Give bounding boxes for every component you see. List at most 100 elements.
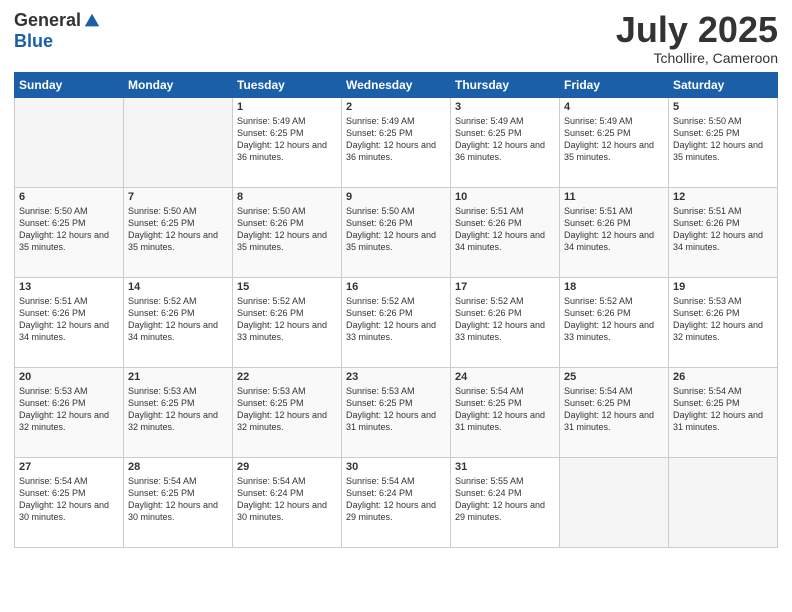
calendar-day-cell: 7Sunrise: 5:50 AM Sunset: 6:25 PM Daylig… bbox=[124, 187, 233, 277]
day-info: Sunrise: 5:50 AM Sunset: 6:25 PM Dayligh… bbox=[673, 115, 773, 164]
header-thursday: Thursday bbox=[451, 72, 560, 97]
calendar-table: Sunday Monday Tuesday Wednesday Thursday… bbox=[14, 72, 778, 548]
logo: General Blue bbox=[14, 10, 101, 52]
calendar-day-cell: 25 Sunrise: 5:54 AM Sunset: 6:25 PM Dayli… bbox=[560, 367, 669, 457]
calendar-week-row: 27 Sunrise: 5:54 AM Sunset: 6:25 PM Dayli… bbox=[15, 457, 778, 547]
day-info: Sunrise: 5:52 AM Sunset: 6:26 PM Dayligh… bbox=[455, 295, 555, 344]
calendar-page: General Blue July 2025 Tchollire, Camero… bbox=[0, 0, 792, 612]
calendar-day-cell: 30 Sunrise: 5:54 AM Sunset: 6:24 PM Dayli… bbox=[342, 457, 451, 547]
header-monday: Monday bbox=[124, 72, 233, 97]
day-info: Sunrise: 5:49 AM Sunset: 6:25 PM Dayligh… bbox=[564, 115, 664, 164]
day-info: Sunrise: 5:54 AM Sunset: 6:24 PM Dayligh… bbox=[346, 475, 446, 524]
day-number: 2 bbox=[346, 101, 446, 113]
day-info: Sunrise: 5:53 AM Sunset: 6:26 PM Dayligh… bbox=[673, 295, 773, 344]
calendar-day-cell: 29 Sunrise: 5:54 AM Sunset: 6:24 PM Dayli… bbox=[233, 457, 342, 547]
calendar-day-cell: 18Sunrise: 5:52 AM Sunset: 6:26 PM Dayli… bbox=[560, 277, 669, 367]
day-number: 8 bbox=[237, 191, 337, 203]
location-text: Tchollire, Cameroon bbox=[616, 50, 778, 66]
day-number: 28 bbox=[128, 461, 228, 473]
day-number: 1 bbox=[237, 101, 337, 113]
calendar-day-cell: 6Sunrise: 5:50 AM Sunset: 6:25 PM Daylig… bbox=[15, 187, 124, 277]
calendar-day-cell: 5Sunrise: 5:50 AM Sunset: 6:25 PM Daylig… bbox=[669, 97, 778, 187]
calendar-day-cell: 1 Sunrise: 5:49 AM Sunset: 6:25 PM Daylig… bbox=[233, 97, 342, 187]
day-info: Sunrise: 5:54 AM Sunset: 6:25 PM Dayligh… bbox=[564, 385, 664, 434]
calendar-week-row: 13 Sunrise: 5:51 AM Sunset: 6:26 PM Dayli… bbox=[15, 277, 778, 367]
calendar-day-cell: 22 Sunrise: 5:53 AM Sunset: 6:25 PM Dayli… bbox=[233, 367, 342, 457]
header-sunday: Sunday bbox=[15, 72, 124, 97]
day-info: Sunrise: 5:52 AM Sunset: 6:26 PM Dayligh… bbox=[237, 295, 337, 344]
day-number: 19 bbox=[673, 281, 773, 293]
day-number: 14 bbox=[128, 281, 228, 293]
calendar-day-cell: 11Sunrise: 5:51 AM Sunset: 6:26 PM Dayli… bbox=[560, 187, 669, 277]
day-number: 24 bbox=[455, 371, 555, 383]
calendar-day-cell: 8 Sunrise: 5:50 AM Sunset: 6:26 PM Daylig… bbox=[233, 187, 342, 277]
day-info: Sunrise: 5:53 AM Sunset: 6:25 PM Dayligh… bbox=[237, 385, 337, 434]
day-number: 10 bbox=[455, 191, 555, 203]
day-info: Sunrise: 5:50 AM Sunset: 6:26 PM Dayligh… bbox=[237, 205, 337, 254]
calendar-day-cell: 12 Sunrise: 5:51 AM Sunset: 6:26 PM Dayli… bbox=[669, 187, 778, 277]
calendar-day-cell: 24 Sunrise: 5:54 AM Sunset: 6:25 PM Dayli… bbox=[451, 367, 560, 457]
day-number: 12 bbox=[673, 191, 773, 203]
day-number: 17 bbox=[455, 281, 555, 293]
day-info: Sunrise: 5:54 AM Sunset: 6:25 PM Dayligh… bbox=[455, 385, 555, 434]
day-info: Sunrise: 5:55 AM Sunset: 6:24 PM Dayligh… bbox=[455, 475, 555, 524]
day-number: 25 bbox=[564, 371, 664, 383]
calendar-day-cell: 2 Sunrise: 5:49 AM Sunset: 6:25 PM Daylig… bbox=[342, 97, 451, 187]
calendar-day-cell: 17 Sunrise: 5:52 AM Sunset: 6:26 PM Dayli… bbox=[451, 277, 560, 367]
day-info: Sunrise: 5:51 AM Sunset: 6:26 PM Dayligh… bbox=[673, 205, 773, 254]
calendar-day-cell: 9 Sunrise: 5:50 AM Sunset: 6:26 PM Daylig… bbox=[342, 187, 451, 277]
calendar-day-cell: 20Sunrise: 5:53 AM Sunset: 6:26 PM Dayli… bbox=[15, 367, 124, 457]
calendar-day-cell bbox=[124, 97, 233, 187]
calendar-week-row: 20Sunrise: 5:53 AM Sunset: 6:26 PM Dayli… bbox=[15, 367, 778, 457]
calendar-day-cell: 15 Sunrise: 5:52 AM Sunset: 6:26 PM Dayli… bbox=[233, 277, 342, 367]
day-info: Sunrise: 5:51 AM Sunset: 6:26 PM Dayligh… bbox=[19, 295, 119, 344]
calendar-day-cell bbox=[669, 457, 778, 547]
day-number: 4 bbox=[564, 101, 664, 113]
day-number: 21 bbox=[128, 371, 228, 383]
day-info: Sunrise: 5:51 AM Sunset: 6:26 PM Dayligh… bbox=[455, 205, 555, 254]
day-info: Sunrise: 5:50 AM Sunset: 6:26 PM Dayligh… bbox=[346, 205, 446, 254]
day-number: 20 bbox=[19, 371, 119, 383]
calendar-day-cell: 3Sunrise: 5:49 AM Sunset: 6:25 PM Daylig… bbox=[451, 97, 560, 187]
day-info: Sunrise: 5:53 AM Sunset: 6:25 PM Dayligh… bbox=[346, 385, 446, 434]
calendar-day-cell: 13 Sunrise: 5:51 AM Sunset: 6:26 PM Dayli… bbox=[15, 277, 124, 367]
day-number: 6 bbox=[19, 191, 119, 203]
month-year-title: July 2025 bbox=[616, 10, 778, 50]
calendar-day-cell: 23Sunrise: 5:53 AM Sunset: 6:25 PM Dayli… bbox=[342, 367, 451, 457]
day-info: Sunrise: 5:54 AM Sunset: 6:24 PM Dayligh… bbox=[237, 475, 337, 524]
calendar-day-cell: 28 Sunrise: 5:54 AM Sunset: 6:25 PM Dayli… bbox=[124, 457, 233, 547]
day-info: Sunrise: 5:49 AM Sunset: 6:25 PM Dayligh… bbox=[346, 115, 446, 164]
day-info: Sunrise: 5:50 AM Sunset: 6:25 PM Dayligh… bbox=[128, 205, 228, 254]
calendar-day-cell: 4 Sunrise: 5:49 AM Sunset: 6:25 PM Daylig… bbox=[560, 97, 669, 187]
calendar-day-cell: 16Sunrise: 5:52 AM Sunset: 6:26 PM Dayli… bbox=[342, 277, 451, 367]
header-friday: Friday bbox=[560, 72, 669, 97]
day-number: 22 bbox=[237, 371, 337, 383]
calendar-day-cell: 26Sunrise: 5:54 AM Sunset: 6:25 PM Dayli… bbox=[669, 367, 778, 457]
day-info: Sunrise: 5:52 AM Sunset: 6:26 PM Dayligh… bbox=[128, 295, 228, 344]
day-info: Sunrise: 5:54 AM Sunset: 6:25 PM Dayligh… bbox=[128, 475, 228, 524]
header-saturday: Saturday bbox=[669, 72, 778, 97]
day-number: 27 bbox=[19, 461, 119, 473]
day-number: 13 bbox=[19, 281, 119, 293]
calendar-day-cell bbox=[15, 97, 124, 187]
calendar-day-cell: 19 Sunrise: 5:53 AM Sunset: 6:26 PM Dayli… bbox=[669, 277, 778, 367]
calendar-day-cell: 14 Sunrise: 5:52 AM Sunset: 6:26 PM Dayli… bbox=[124, 277, 233, 367]
header: General Blue July 2025 Tchollire, Camero… bbox=[14, 10, 778, 66]
day-number: 30 bbox=[346, 461, 446, 473]
calendar-day-cell: 27 Sunrise: 5:54 AM Sunset: 6:25 PM Dayli… bbox=[15, 457, 124, 547]
calendar-week-row: 1 Sunrise: 5:49 AM Sunset: 6:25 PM Daylig… bbox=[15, 97, 778, 187]
weekday-header-row: Sunday Monday Tuesday Wednesday Thursday… bbox=[15, 72, 778, 97]
calendar-week-row: 6 Sunrise: 5:50 AM Sunset: 6:25 PM Daylig… bbox=[15, 187, 778, 277]
day-number: 15 bbox=[237, 281, 337, 293]
day-info: Sunrise: 5:54 AM Sunset: 6:25 PM Dayligh… bbox=[19, 475, 119, 524]
day-number: 9 bbox=[346, 191, 446, 203]
day-info: Sunrise: 5:49 AM Sunset: 6:25 PM Dayligh… bbox=[455, 115, 555, 164]
day-info: Sunrise: 5:51 AM Sunset: 6:26 PM Dayligh… bbox=[564, 205, 664, 254]
header-wednesday: Wednesday bbox=[342, 72, 451, 97]
calendar-day-cell: 10 Sunrise: 5:51 AM Sunset: 6:26 PM Dayli… bbox=[451, 187, 560, 277]
logo-blue-text: Blue bbox=[14, 31, 53, 52]
day-info: Sunrise: 5:49 AM Sunset: 6:25 PM Dayligh… bbox=[237, 115, 337, 164]
title-section: July 2025 Tchollire, Cameroon bbox=[616, 10, 778, 66]
day-info: Sunrise: 5:52 AM Sunset: 6:26 PM Dayligh… bbox=[564, 295, 664, 344]
day-number: 29 bbox=[237, 461, 337, 473]
